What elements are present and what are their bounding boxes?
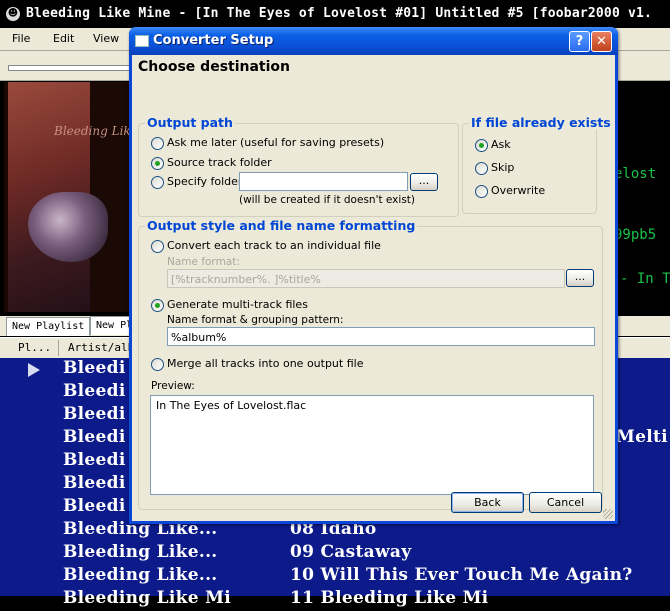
album-cover xyxy=(8,82,108,312)
name-format-label: Name format: xyxy=(167,256,240,268)
window-icon xyxy=(135,35,149,47)
page-title: Choose destination xyxy=(138,59,291,75)
row-artist: Bleedi xyxy=(63,450,126,470)
radio-source-folder-label: Source track folder xyxy=(167,156,272,169)
radio-merge[interactable]: Merge all tracks into one output file xyxy=(151,357,401,373)
row-title: 10 Will This Ever Touch Me Again? xyxy=(290,565,633,585)
radio-source-folder[interactable]: Source track folder xyxy=(151,156,441,172)
radio-ask-label: Ask xyxy=(491,138,511,151)
radio-icon[interactable] xyxy=(151,299,164,312)
cover-flower-image xyxy=(28,192,108,262)
radio-ask-later-label: Ask me later (useful for saving presets) xyxy=(167,136,385,149)
column-artist-album[interactable]: Artist/alb xyxy=(68,341,134,354)
radio-icon[interactable] xyxy=(151,358,164,371)
converter-setup-dialog: Converter Setup ? ✕ Choose destination O… xyxy=(129,27,618,524)
now-playing-icon xyxy=(28,363,40,377)
preview-label: Preview: xyxy=(151,380,195,392)
output-style-title: Output style and file name formatting xyxy=(145,218,418,233)
radio-icon[interactable] xyxy=(475,162,488,175)
menu-view[interactable]: View xyxy=(93,32,119,45)
row-title: 09 Castaway xyxy=(290,542,412,562)
browse-folder-button[interactable]: ... xyxy=(410,173,438,191)
radio-icon[interactable] xyxy=(151,240,164,253)
dialog-body: Choose destination Output path Ask me la… xyxy=(132,55,615,521)
radio-ask[interactable]: Ask xyxy=(475,138,575,154)
help-button[interactable]: ? xyxy=(569,31,590,52)
name-format-input[interactable]: [%tracknumber%. ]%title% xyxy=(167,269,565,288)
radio-individual-files-label: Convert each track to an individual file xyxy=(167,239,381,252)
row-title: 11 Bleeding Like Mi xyxy=(290,588,489,608)
grouping-pattern-label: Name format & grouping pattern: xyxy=(167,314,344,326)
radio-overwrite-label: Overwrite xyxy=(491,184,546,197)
output-path-group: Output path Ask me later (useful for sav… xyxy=(138,115,459,217)
row-title: Melti xyxy=(616,427,668,447)
radio-icon[interactable] xyxy=(151,137,164,150)
name-format-browse-button[interactable]: ... xyxy=(566,269,594,287)
table-row[interactable]: Bleeding Like Mi 11 Bleeding Like Mi xyxy=(0,588,670,611)
output-path-title: Output path xyxy=(145,115,235,130)
row-artist: Bleeding Like Mi xyxy=(63,588,231,608)
row-artist: Bleedi xyxy=(63,358,126,378)
row-artist: Bleedi xyxy=(63,404,126,424)
table-row[interactable]: Bleeding Like... 10 Will This Ever Touch… xyxy=(0,565,670,588)
menu-edit[interactable]: Edit xyxy=(53,32,74,45)
main-window-title: Bleeding Like Mine - [In The Eyes of Lov… xyxy=(26,6,653,21)
preview-text: In The Eyes of Lovelost.flac xyxy=(156,399,307,412)
menu-file[interactable]: File xyxy=(12,32,30,45)
dialog-title: Converter Setup xyxy=(153,33,274,48)
radio-individual-files[interactable]: Convert each track to an individual file xyxy=(151,239,451,255)
close-button[interactable]: ✕ xyxy=(591,31,612,52)
radio-specify-folder-label: Specify folder: xyxy=(167,175,246,188)
radio-ask-later[interactable]: Ask me later (useful for saving presets) xyxy=(151,136,441,152)
tab-new-playlist[interactable]: New Playlist xyxy=(6,317,91,336)
seek-bar[interactable] xyxy=(8,65,130,71)
row-artist: Bleedi xyxy=(63,473,126,493)
grouping-pattern-input[interactable]: %album% xyxy=(167,327,595,346)
radio-skip-label: Skip xyxy=(491,161,515,174)
column-divider[interactable] xyxy=(58,340,59,356)
info-line-2: 99pb5 xyxy=(614,227,657,243)
main-window-titlebar: ☻ Bleeding Like Mine - [In The Eyes of L… xyxy=(0,0,670,28)
if-exists-group: If file already exists Ask Skip Overwrit… xyxy=(462,115,613,214)
row-artist: Bleedi xyxy=(63,496,126,516)
radio-multitrack-label: Generate multi-track files xyxy=(167,298,308,311)
radio-specify-folder[interactable]: Specify folder: xyxy=(151,175,246,191)
row-artist: Bleedi xyxy=(63,381,126,401)
cancel-button[interactable]: Cancel xyxy=(529,492,602,513)
row-artist: Bleeding Like... xyxy=(63,542,218,562)
cover-title-text: Bleeding Like xyxy=(54,124,138,138)
radio-multitrack[interactable]: Generate multi-track files xyxy=(151,298,351,314)
radio-skip[interactable]: Skip xyxy=(475,161,575,177)
if-exists-title: If file already exists xyxy=(469,115,613,130)
row-artist: Bleedi xyxy=(63,427,126,447)
radio-icon[interactable] xyxy=(151,157,164,170)
radio-merge-label: Merge all tracks into one output file xyxy=(167,357,364,370)
alien-app-icon: ☻ xyxy=(6,7,20,21)
folder-note: (will be created if it doesn't exist) xyxy=(239,194,415,206)
resize-grip[interactable] xyxy=(603,509,613,519)
dialog-titlebar[interactable]: Converter Setup ? ✕ xyxy=(129,27,618,55)
radio-icon[interactable] xyxy=(475,185,488,198)
info-line-3: - In T xyxy=(620,271,670,287)
column-playing[interactable]: Pl... xyxy=(18,341,51,354)
info-line-1: elost xyxy=(614,166,657,182)
radio-icon[interactable] xyxy=(475,139,488,152)
row-artist: Bleeding Like... xyxy=(63,565,218,585)
folder-path-input[interactable] xyxy=(239,172,408,191)
album-art-panel: Bleeding Like xyxy=(4,82,138,312)
back-button[interactable]: Back xyxy=(451,492,524,513)
preview-box[interactable]: In The Eyes of Lovelost.flac xyxy=(150,395,594,495)
radio-icon[interactable] xyxy=(151,176,164,189)
radio-overwrite[interactable]: Overwrite xyxy=(475,184,575,200)
table-row[interactable]: Bleeding Like... 09 Castaway xyxy=(0,542,670,565)
